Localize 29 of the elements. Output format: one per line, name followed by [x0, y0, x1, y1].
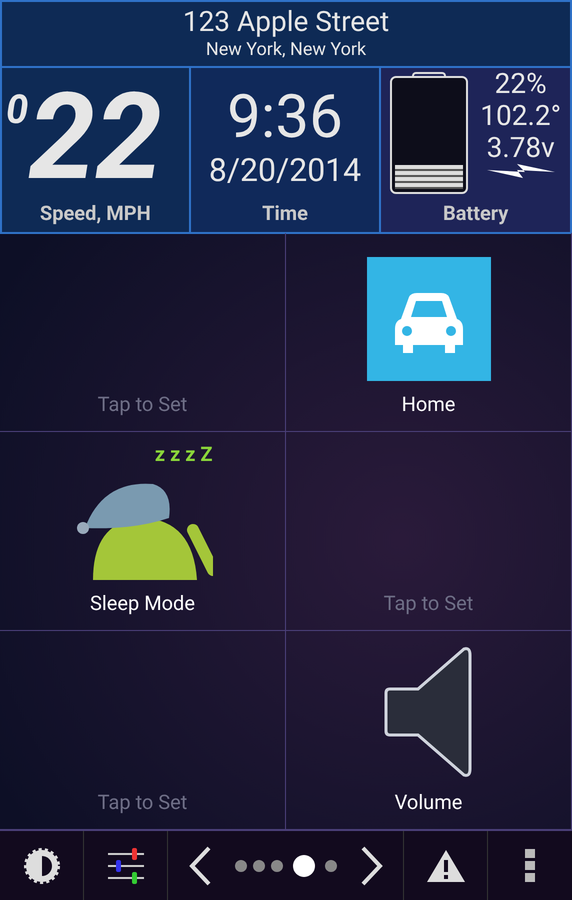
street-text: 123 Apple Street [182, 6, 390, 38]
speed-value-text: 22 [28, 78, 164, 198]
city-text: New York, New York [206, 38, 366, 62]
warning-icon [426, 848, 466, 882]
brightness-icon [22, 846, 60, 884]
battery-voltage-text: 3.78v [486, 132, 555, 164]
tile-label: Tap to Set [98, 391, 188, 418]
menu-icon [525, 848, 535, 882]
clock-text: 9:36 [227, 84, 343, 150]
date-text: 8/20/2014 [208, 150, 362, 190]
car-icon [366, 257, 490, 381]
battery-label: Battery [442, 200, 508, 227]
tile-label: Home [402, 391, 456, 418]
shortcut-tile[interactable]: Tap to Set [0, 233, 286, 432]
battery-temperature-text: 102.2° [480, 100, 562, 132]
speed-prefix-text: 0 [6, 85, 28, 135]
tile-label: Tap to Set [384, 590, 474, 617]
shortcut-tile[interactable]: Home [286, 233, 572, 432]
sliders-icon [106, 846, 146, 886]
speed-label: Speed, MPH [40, 200, 151, 227]
battery-percent-text: 22% [494, 68, 547, 100]
tile-label: Tap to Set [98, 789, 188, 816]
tile-label: Volume [394, 789, 462, 816]
shortcut-tile[interactable]: Volume [286, 631, 572, 830]
tile-label: Sleep Mode [90, 590, 195, 617]
shortcut-tile[interactable]: z z z Z Sleep Mode [0, 432, 286, 631]
time-label: Time [262, 200, 308, 227]
zzz-text: z z z Z [154, 441, 212, 468]
speaker-icon [384, 645, 474, 779]
